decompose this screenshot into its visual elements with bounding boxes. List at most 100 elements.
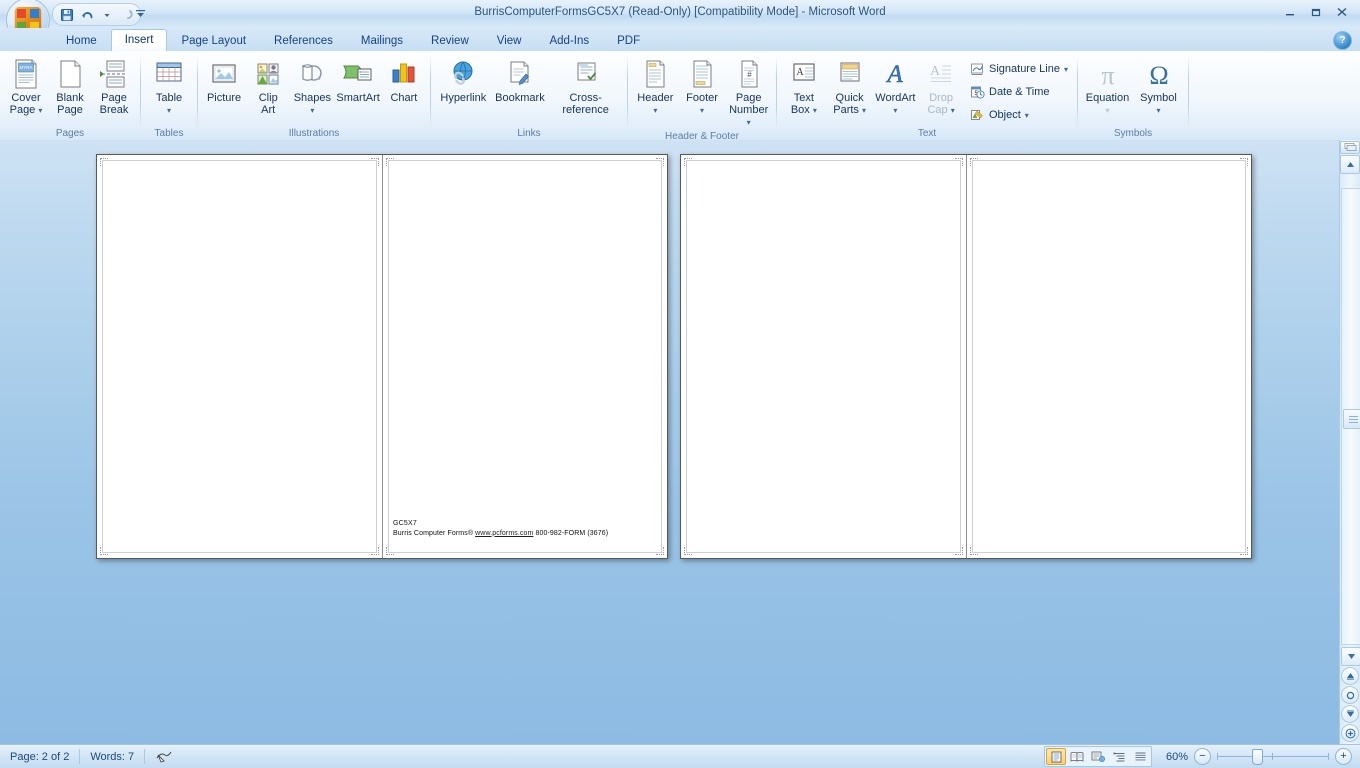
text-box-button[interactable]: A Text Box ▾ [781,54,827,118]
smartart-label: SmartArt [336,92,380,104]
scrollbar-thumb[interactable] [1343,409,1360,429]
title-bar: BurrisComputerFormsGC5X7 (Read-Only) [Co… [0,0,1360,29]
view-print-layout-button[interactable] [1046,748,1066,765]
form-code: GC5X7 [393,520,417,527]
shapes-button[interactable]: Shapes ▾ [290,54,334,118]
wordart-button[interactable]: A WordArt ▾ [873,54,919,118]
signature-line-button[interactable]: Signature Line ▾ [964,58,1073,80]
vertical-scrollbar[interactable] [1339,140,1360,745]
scrollbar-trough[interactable] [1341,188,1360,645]
footer-button[interactable]: Footer ▾ [679,54,726,118]
quick-access-toolbar [52,3,141,26]
word-count[interactable]: Words: 7 [80,745,144,768]
document-sheet-1[interactable]: GC5X7 Burris Computer Forms® www.pcforms… [96,154,668,559]
restore-button[interactable] [1304,2,1328,22]
undo-button[interactable] [77,6,96,23]
document-canvas[interactable]: GC5X7 Burris Computer Forms® www.pcforms… [0,140,1340,745]
page-number-button[interactable]: # Page Number ▾ [725,54,772,130]
tab-references[interactable]: References [260,30,347,52]
ribbon: MYRA Cover Page ▾ Blank Page Page Break … [0,51,1360,142]
page-1-right[interactable]: GC5X7 Burris Computer Forms® www.pcforms… [382,155,667,558]
undo-dropdown-button[interactable] [97,6,116,23]
chevron-down-icon[interactable]: ▾ [1025,111,1029,120]
close-button[interactable] [1330,2,1354,22]
view-draft-button[interactable] [1130,748,1150,765]
header-icon [640,58,670,90]
zoom-slider[interactable] [1217,749,1329,765]
ribbon-group-text: A Text Box ▾ Quick Parts ▾ A WordArt ▾ A… [777,51,1077,140]
company-website-link[interactable]: www.pcforms.com [475,530,533,537]
view-full-screen-reading-button[interactable] [1067,748,1087,765]
tab-insert[interactable]: Insert [110,29,168,52]
zoom-slider-thumb[interactable] [1252,749,1263,765]
cover-page-button[interactable]: MYRA Cover Page ▾ [4,54,48,118]
tab-add-ins[interactable]: Add-Ins [535,30,603,52]
group-title-symbols: Symbols [1113,128,1153,139]
tab-home[interactable]: Home [52,30,111,52]
page-break-button[interactable]: Page Break [92,54,136,117]
previous-page-button[interactable] [1341,667,1359,685]
split-window-button[interactable] [1340,141,1360,154]
page-1-left[interactable] [97,155,382,558]
drop-cap-button[interactable]: A Drop Cap ▾ [918,54,964,118]
customize-qat-button[interactable] [132,5,148,22]
blank-page-button[interactable]: Blank Page [48,54,92,117]
group-title-tables: Tables [154,128,184,139]
zoom-plus-button[interactable] [1341,724,1359,742]
table-button[interactable]: Table ▾ [145,54,193,118]
save-button[interactable] [57,6,76,23]
word-application-window: BurrisComputerFormsGC5X7 (Read-Only) [Co… [0,0,1360,768]
svg-text:MYRA: MYRA [19,65,32,70]
tab-view[interactable]: View [483,30,536,52]
table-icon [153,58,185,90]
minimize-button[interactable] [1278,2,1302,22]
chevron-down-icon[interactable]: ▾ [1064,65,1068,74]
tab-review[interactable]: Review [417,30,483,52]
scroll-up-button[interactable] [1340,155,1360,174]
bookmark-button[interactable]: Bookmark [492,54,549,105]
view-web-layout-button[interactable] [1088,748,1108,765]
picture-icon [208,58,240,90]
object-button[interactable]: Object ▾ [964,104,1073,126]
zoom-in-button[interactable]: + [1335,748,1352,765]
clip-art-button[interactable]: Clip Art [246,54,290,117]
cross-reference-button[interactable]: Cross-reference [548,54,623,117]
select-browse-object-button[interactable] [1341,686,1359,704]
status-right-controls: 60% − + [1044,746,1360,767]
table-label: Table ▾ [155,92,183,115]
page-2-right[interactable] [966,155,1251,558]
equation-label: Equation ▾ [1085,92,1130,115]
zoom-out-button[interactable]: − [1194,748,1211,765]
tab-page-layout[interactable]: Page Layout [167,30,260,52]
smartart-button[interactable]: SmartArt [334,54,381,105]
blank-page-label: Blank Page [56,92,84,116]
page-2-left[interactable] [681,155,966,558]
help-button[interactable]: ? [1333,31,1352,50]
date-time-icon: 5 [969,84,985,100]
equation-button[interactable]: π Equation ▾ [1082,54,1133,118]
next-page-button[interactable] [1341,705,1359,723]
scroll-down-button[interactable] [1341,647,1360,666]
date-time-button[interactable]: 5 Date & Time [964,81,1073,103]
document-sheet-2[interactable] [680,154,1252,559]
view-outline-button[interactable] [1109,748,1129,765]
cover-page-label: Cover Page ▾ [9,92,43,116]
page-indicator[interactable]: Page: 2 of 2 [0,745,79,768]
proofing-status-button[interactable] [145,745,185,768]
symbol-button[interactable]: Ω Symbol ▾ [1133,54,1184,118]
svg-text:A: A [930,64,941,79]
zoom-level[interactable]: 60% [1158,751,1188,763]
quick-parts-button[interactable]: Quick Parts ▾ [827,54,873,118]
clip-art-icon [252,58,284,90]
page-break-icon [99,58,129,90]
tab-pdf[interactable]: PDF [603,30,654,52]
chart-button[interactable]: Chart [382,54,426,105]
window-title: BurrisComputerFormsGC5X7 (Read-Only) [Co… [474,6,886,18]
window-controls [1278,2,1354,22]
bookmark-label: Bookmark [495,92,545,104]
hyperlink-button[interactable]: Hyperlink [435,54,492,105]
group-title-illustrations: Illustrations [288,128,340,139]
header-button[interactable]: Header ▾ [632,54,679,118]
picture-button[interactable]: Picture [202,54,246,105]
tab-mailings[interactable]: Mailings [347,30,417,52]
